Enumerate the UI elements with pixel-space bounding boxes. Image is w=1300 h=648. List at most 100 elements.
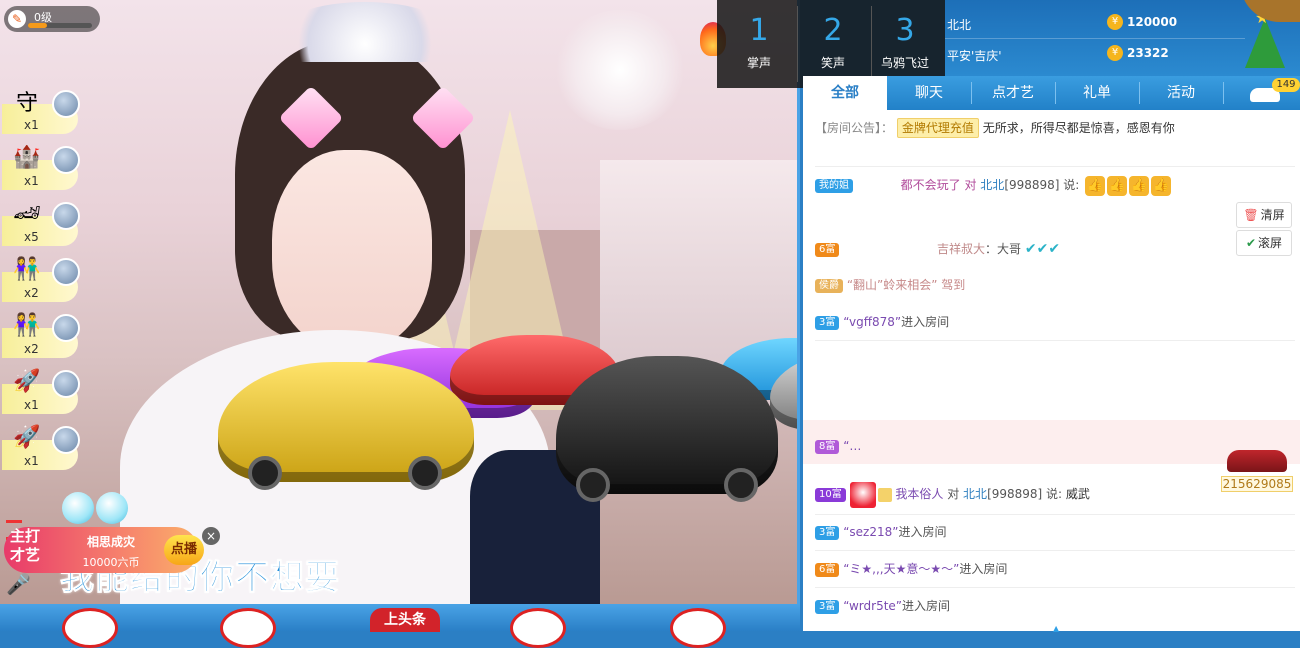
gift-row[interactable]: 🚀 x1 <box>2 364 80 416</box>
thumbs-up-icon: 👍 <box>1151 175 1172 196</box>
user-badge: 8富 <box>815 439 840 454</box>
tab-all[interactable]: 全部 <box>803 76 887 110</box>
user-badge: 3富 <box>815 599 840 614</box>
target-user[interactable]: 北北 <box>963 487 987 501</box>
chat-message: 3富 “vgff878”进入房间 <box>815 307 1295 337</box>
avatar[interactable] <box>52 370 80 398</box>
message-text: 进入房间 <box>902 599 951 613</box>
user-name[interactable]: “ミ★,,,天★意～★～” <box>843 562 959 576</box>
user-badge: 10富 <box>815 487 846 502</box>
chat-message: 10富 我本俗人 对 北北[998898] 说: 威武 <box>815 479 1295 509</box>
clear-screen-button[interactable]: 🗑 清屏 <box>1236 202 1292 228</box>
message-text: 对 <box>943 487 964 501</box>
divider <box>815 166 1295 167</box>
gift-count: x1 <box>24 118 39 132</box>
featured-talent-card[interactable]: 主打 才艺 相思成灾 10000六币 点播 <box>4 527 204 573</box>
tab-activity[interactable]: 活动 <box>1139 76 1223 110</box>
thumbs-up-icon: 👍 <box>1085 175 1106 196</box>
user-badge: 3富 <box>815 315 840 330</box>
user-name[interactable]: “wrdr5te” <box>843 599 902 613</box>
featured-song-price: 10000六币 <box>82 556 140 569</box>
live-video[interactable]: ✎ 0级 守 x1 🏰 x1 🏎 x5 👫 x2 👫 x2 🚀 x1 🚀 x1 我能给的你不想要 主打 才艺… <box>0 0 800 604</box>
gift-count: x1 <box>24 398 39 412</box>
chat-panel[interactable]: 【房间公告】： 金牌代理充值 无所求，所得尽都是惊喜，感恩有你 我的姐 都不会玩… <box>803 110 1300 631</box>
tab-talent[interactable]: 点才艺 <box>971 76 1055 110</box>
message-text: 进入房间 <box>898 525 947 539</box>
message-text: ：大哥 <box>985 242 1022 256</box>
avatar[interactable] <box>52 314 80 342</box>
divider <box>815 514 1295 515</box>
level-progress-bar <box>28 23 92 28</box>
target-user[interactable]: 北北 <box>980 178 1004 192</box>
gift-count: x1 <box>24 454 39 468</box>
user-badge: 侯爵 <box>815 278 843 293</box>
microphone-icon[interactable]: 🎤 <box>6 572 31 598</box>
gift-row[interactable]: 👫 x2 <box>2 252 80 304</box>
gift-slot[interactable] <box>220 608 276 648</box>
user-badge: 6富 <box>815 242 840 257</box>
reaction-number: 2 <box>823 13 843 48</box>
chat-message: 3富 “wrdr5te”进入房间 <box>815 591 1295 621</box>
user-name[interactable]: 我本俗人 <box>895 487 943 501</box>
notice-text: 无所求，所得尽都是惊喜，感恩有你 <box>982 121 1175 135</box>
divider <box>815 340 1295 341</box>
trash-icon: 🗑 <box>1243 208 1259 222</box>
bubble-decoration <box>62 492 130 527</box>
badge-line: 才艺 <box>10 546 41 564</box>
user-name[interactable]: “sez218” <box>843 525 898 539</box>
gift-count: x2 <box>24 342 39 356</box>
chat-message: 6富 “ミ★,,,天★意～★～”进入房间 <box>815 554 1295 584</box>
coin-icon: ¥ <box>1107 45 1123 61</box>
user-level-badge[interactable]: ✎ 0级 <box>4 6 100 32</box>
reaction-crow[interactable]: 3 乌鸦飞过 <box>869 14 941 71</box>
gift-slot[interactable] <box>62 608 118 648</box>
notice-tag[interactable]: 金牌代理充值 <box>896 118 979 138</box>
chat-message: 3富 “sez218”进入房间 <box>815 517 1295 547</box>
santa-avatar <box>849 481 876 508</box>
avatar[interactable] <box>52 146 80 174</box>
clear-screen-label: 清屏 <box>1260 208 1285 222</box>
avatar[interactable] <box>52 426 80 454</box>
reaction-panel: 1 掌声 2 笑声 3 乌鸦飞过 <box>717 0 945 88</box>
reaction-label: 掌声 <box>746 56 771 70</box>
message-text: 进入房间 <box>959 562 1008 576</box>
reaction-laughter[interactable]: 2 笑声 <box>797 14 869 71</box>
avatar[interactable] <box>52 202 80 230</box>
message-text: “翻山”蛉来相会” 驾到 <box>846 278 966 292</box>
notice-label: 【房间公告】： <box>815 121 894 135</box>
request-song-button[interactable]: 点播 <box>164 535 204 565</box>
thumbs-up-icon: 👍 <box>1129 175 1150 196</box>
vip-icon <box>877 487 892 502</box>
gift-slot[interactable] <box>670 608 726 648</box>
gift-row[interactable]: 👫 x2 <box>2 308 80 360</box>
user-name[interactable]: “vgff878” <box>843 315 901 329</box>
message-text: 进入房间 <box>901 315 950 329</box>
close-icon[interactable]: × <box>202 527 220 545</box>
reaction-number: 1 <box>749 13 769 48</box>
gift-row[interactable]: 🏰 x1 <box>2 140 80 192</box>
rank-row[interactable]: 北北 ¥ 120000 <box>945 8 1245 38</box>
couple-gift-icon: 👫 <box>13 312 41 338</box>
user-id: [998898] 说: <box>987 487 1066 501</box>
gift-slot[interactable] <box>510 608 566 648</box>
tab-chat[interactable]: 聊天 <box>887 76 971 110</box>
gift-row[interactable]: 守 x1 <box>2 84 80 136</box>
tab-gift-list[interactable]: 礼单 <box>1055 76 1139 110</box>
reaction-applause[interactable]: 1 掌声 <box>723 14 795 71</box>
avatar[interactable] <box>52 90 80 118</box>
user-name[interactable]: 吉祥叔大 <box>937 242 985 256</box>
level-progress-fill <box>28 23 48 28</box>
headline-button[interactable]: 上头条 <box>370 608 440 632</box>
rank-row[interactable]: 平安'吉庆' ¥ 23322 <box>945 38 1245 69</box>
gift-row[interactable]: 🚀 x1 <box>2 420 80 472</box>
divider <box>815 550 1295 551</box>
gift-count: x5 <box>24 230 39 244</box>
avatar[interactable] <box>52 258 80 286</box>
reaction-number: 3 <box>895 13 915 48</box>
user-name[interactable]: “… <box>843 439 861 453</box>
gift-row[interactable]: 🏎 x5 <box>2 196 80 248</box>
car-count-badge: 149 <box>1272 78 1300 92</box>
scroll-up-icon[interactable]: ▲ <box>1053 624 1063 633</box>
featured-song-title: 相思成灾 <box>86 535 135 549</box>
user-id: [998898] 说: <box>1004 178 1080 192</box>
